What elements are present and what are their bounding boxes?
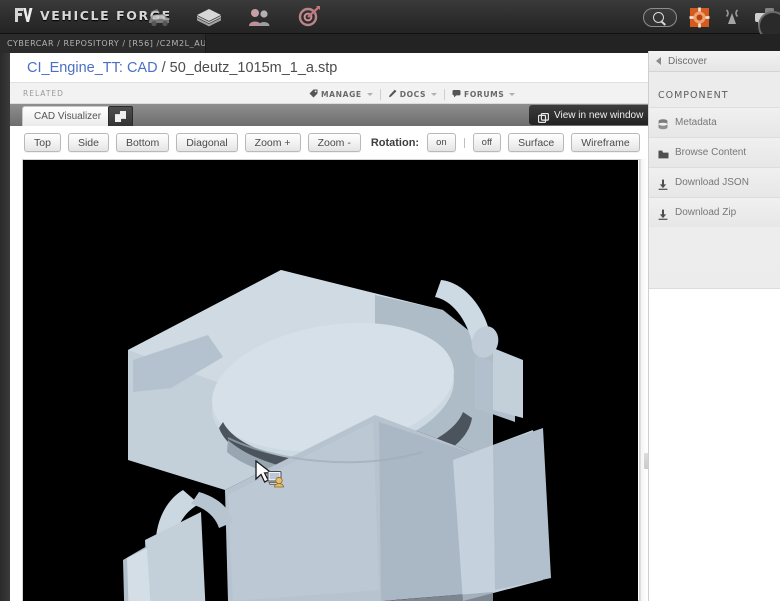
forums-menu[interactable]: FORUMS	[445, 83, 522, 105]
view-top-button[interactable]: Top	[24, 133, 61, 152]
chevron-down-icon	[431, 92, 438, 96]
chevron-down-icon	[509, 92, 516, 96]
view-bottom-button[interactable]: Bottom	[115, 133, 170, 152]
view-in-new-window-label: View in new window	[554, 109, 644, 121]
primary-nav	[145, 3, 323, 31]
sidebar-section-header: COMPONENT	[649, 72, 780, 107]
discover-toggle[interactable]: Discover	[649, 51, 780, 72]
page-title-link[interactable]: CI_Engine_TT: CAD	[27, 60, 158, 76]
top-header-bar: VEHICLE FORGE	[0, 0, 780, 41]
rotation-off-button[interactable]: off	[472, 133, 502, 152]
sidebar-item-label: Browse Content	[675, 147, 747, 158]
view-side-button[interactable]: Side	[67, 133, 109, 152]
render-surface-button[interactable]: Surface	[508, 133, 565, 152]
tag-icon	[309, 85, 318, 103]
community-icon[interactable]	[245, 4, 273, 30]
sidebar-item-download-json[interactable]: Download JSON	[649, 167, 780, 197]
sidebar-item-label: Download Zip	[675, 207, 737, 218]
application-window: VEHICLE FORGE CYBERCAR / REPOSITORY / [R…	[0, 0, 780, 601]
docs-label: DOCS	[399, 89, 427, 99]
gear-icon[interactable]	[689, 7, 710, 28]
download-icon	[658, 207, 668, 220]
sidebar-item-label: Metadata	[675, 117, 717, 128]
zoom-out-button[interactable]: Zoom -	[307, 133, 361, 152]
tab-secondary[interactable]	[108, 106, 133, 126]
target-icon[interactable]	[295, 4, 323, 30]
vf-monogram-logo	[12, 4, 34, 26]
sidebar-item-metadata[interactable]: Metadata	[649, 107, 780, 137]
layers-icon[interactable]	[195, 4, 223, 30]
cad-viewer-canvas[interactable]	[23, 160, 638, 601]
pencil-icon	[388, 85, 397, 103]
cad-model-render	[123, 270, 551, 601]
tab-cad-visualizer[interactable]: CAD Visualizer	[22, 106, 114, 126]
rotation-label: Rotation:	[370, 136, 420, 149]
docs-menu[interactable]: DOCS	[381, 83, 444, 105]
sidebar-item-download-zip[interactable]: Download Zip	[649, 197, 780, 227]
viewer-toolbar: Top Side Bottom Diagonal Zoom + Zoom - R…	[10, 126, 660, 159]
breadcrumb[interactable]: CYBERCAR / REPOSITORY / [R56] /C2M2L_AUG…	[0, 34, 206, 53]
discover-label: Discover	[668, 55, 707, 67]
manage-label: MANAGE	[321, 89, 362, 99]
sidebar-empty-area	[649, 288, 780, 601]
right-sidebar: Discover COMPONENT Metadata Browse Conte…	[648, 51, 780, 601]
chevron-left-icon	[656, 57, 661, 65]
related-actions: MANAGE DOCS FORUMS	[302, 83, 522, 105]
broadcast-icon[interactable]	[722, 7, 742, 27]
search-icon[interactable]	[643, 7, 677, 27]
forums-label: FORUMS	[464, 89, 505, 99]
view-diagonal-button[interactable]: Diagonal	[176, 133, 238, 152]
rotation-on-button[interactable]: on	[427, 133, 456, 152]
manage-menu[interactable]: MANAGE	[302, 83, 380, 105]
download-icon	[658, 177, 668, 190]
render-wireframe-button[interactable]: Wireframe	[571, 133, 640, 152]
database-icon	[658, 117, 668, 130]
chevron-down-icon	[366, 92, 373, 96]
zoom-in-button[interactable]: Zoom +	[244, 133, 301, 152]
related-label: RELATED	[23, 88, 64, 98]
new-window-icon	[537, 110, 550, 124]
forum-icon	[452, 85, 461, 103]
view-in-new-window-button[interactable]: View in new window	[529, 105, 653, 125]
divider	[463, 137, 465, 148]
sidebar-item-browse-content[interactable]: Browse Content	[649, 137, 780, 167]
vehicle-icon[interactable]	[145, 4, 173, 30]
tab-label: CAD Visualizer	[34, 111, 102, 122]
page-title-separator: /	[157, 59, 170, 76]
shape-icon	[115, 111, 126, 122]
breadcrumb-text: CYBERCAR / REPOSITORY / [R56] /C2M2L_AUG…	[7, 39, 205, 48]
page-title-filename: 50_deutz_1015m_1_a.stp	[169, 59, 338, 76]
left-gutter	[0, 53, 10, 601]
sidebar-item-label: Download JSON	[675, 177, 749, 188]
folder-icon	[658, 147, 669, 159]
header-right-icons	[643, 4, 780, 41]
sidebar-section-title: COMPONENT	[658, 90, 729, 101]
page-title: CI_Engine_TT: CAD / 50_deutz_1015m_1_a.s…	[27, 60, 337, 76]
